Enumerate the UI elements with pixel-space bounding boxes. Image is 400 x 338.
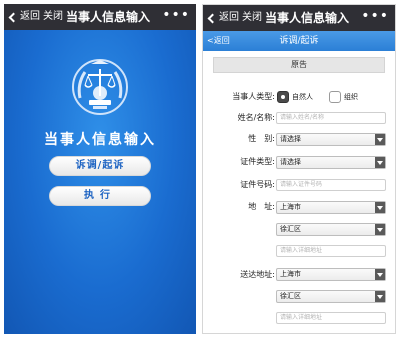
screenshot-stage: 返回 关闭 当事人信息输入 ••• 当事人信息输入 诉调/起诉 执行 返回 关闭… [0, 0, 400, 338]
more-menu-icon[interactable]: ••• [162, 6, 190, 24]
gender-select[interactable]: 请选择 [276, 133, 386, 146]
delivery-district-select[interactable]: 徐汇区 [276, 290, 386, 303]
address-city-select[interactable]: 上海市 [276, 201, 386, 214]
back-button[interactable]: 返回 [8, 10, 40, 24]
page-title: 当事人信息输入 [265, 11, 350, 25]
dropdown-arrow-icon [375, 224, 385, 235]
delivery-city-select[interactable]: 上海市 [276, 268, 386, 281]
gender-label: 性 别: [248, 134, 275, 143]
address-district-value: 徐汇区 [280, 225, 301, 233]
dropdown-arrow-icon [375, 269, 385, 280]
back-button[interactable]: 返回 [207, 11, 239, 25]
address-district-select[interactable]: 徐汇区 [276, 223, 386, 236]
more-menu-icon[interactable]: ••• [361, 7, 389, 25]
dropdown-arrow-icon [375, 157, 385, 168]
radio-natural-person-label: 自然人 [292, 93, 313, 101]
delivery-address-label: 送达地址: [240, 270, 275, 279]
back-label: 返回 [219, 12, 239, 23]
close-button[interactable]: 关闭 [242, 11, 262, 25]
close-button[interactable]: 关闭 [43, 10, 63, 24]
id-number-input[interactable]: 请输入证件号码 [276, 179, 386, 191]
name-label: 姓名/名称: [237, 113, 275, 122]
id-number-label: 证件号码: [240, 180, 275, 189]
chevron-left-icon [8, 12, 19, 22]
dropdown-arrow-icon [375, 291, 385, 302]
complaint-button[interactable]: 诉调/起诉 [49, 156, 151, 176]
name-input[interactable]: 请输入姓名/名称 [276, 112, 386, 124]
dropdown-arrow-icon [375, 134, 385, 145]
chevron-left-icon [207, 13, 218, 23]
sub-navigation-bar: <返回 诉调/起诉 [203, 31, 395, 51]
radio-unselected-icon [329, 91, 341, 103]
right-phone-screen: 返回 关闭 当事人信息输入 ••• <返回 诉调/起诉 原告 当事人类型: 自然… [202, 4, 396, 334]
execute-button[interactable]: 执行 [49, 186, 151, 206]
id-type-label: 证件类型: [240, 157, 275, 166]
id-type-select[interactable]: 请选择 [276, 156, 386, 169]
left-phone-screen: 返回 关闭 当事人信息输入 ••• 当事人信息输入 诉调/起诉 执行 [4, 4, 196, 334]
right-title-bar: 返回 关闭 当事人信息输入 ••• [203, 5, 395, 31]
dropdown-arrow-icon [375, 202, 385, 213]
address-city-value: 上海市 [280, 203, 301, 211]
left-title-bar: 返回 关闭 当事人信息输入 ••• [4, 4, 196, 30]
gender-select-value: 请选择 [280, 135, 301, 143]
section-header-plaintiff: 原告 [213, 57, 385, 73]
radio-natural-person[interactable]: 自然人 [277, 90, 313, 104]
back-label: 返回 [20, 11, 40, 22]
delivery-city-value: 上海市 [280, 270, 301, 278]
court-emblem-icon [72, 59, 128, 115]
delivery-district-value: 徐汇区 [280, 292, 301, 300]
delivery-detail-input[interactable]: 请输入详细地址 [276, 312, 386, 324]
address-label: 地 址: [248, 202, 275, 211]
party-type-label: 当事人类型: [232, 92, 275, 101]
left-main-area: 当事人信息输入 诉调/起诉 执行 [4, 30, 196, 334]
page-title: 当事人信息输入 [66, 10, 151, 24]
sub-page-title: 诉调/起诉 [279, 36, 319, 46]
radio-organization[interactable]: 组织 [329, 90, 358, 104]
address-detail-input[interactable]: 请输入详细地址 [276, 245, 386, 257]
radio-organization-label: 组织 [344, 93, 358, 101]
main-heading: 当事人信息输入 [44, 132, 156, 148]
radio-selected-icon [277, 91, 289, 103]
id-type-select-value: 请选择 [280, 158, 301, 166]
